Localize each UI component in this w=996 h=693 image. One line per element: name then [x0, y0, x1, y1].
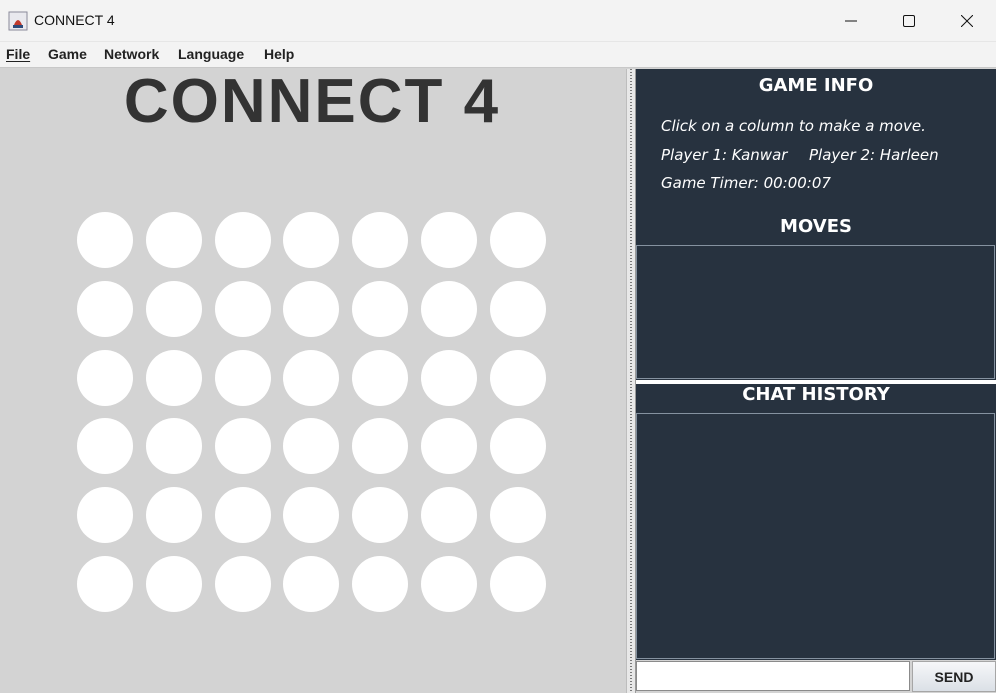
board-cell[interactable] [283, 280, 340, 337]
board-cell[interactable] [145, 280, 202, 337]
split-pane-divider[interactable] [626, 69, 636, 693]
board-cell[interactable] [352, 487, 409, 544]
board-cell[interactable] [283, 418, 340, 475]
player1-label: Player 1: Kanwar [661, 146, 788, 164]
menu-bar: File Game Network Language Help [0, 42, 996, 68]
board-cell[interactable] [145, 349, 202, 406]
board-cell[interactable] [421, 418, 478, 475]
side-panel: GAME INFO Click on a column to make a mo… [636, 69, 996, 693]
board-cell[interactable] [145, 212, 202, 268]
board-cell[interactable] [214, 418, 271, 475]
chat-history-heading: CHAT HISTORY [742, 384, 890, 405]
title-bar: CONNECT 4 [0, 0, 996, 42]
board-cell[interactable] [214, 487, 271, 544]
chat-history-area[interactable] [636, 413, 995, 659]
board-cell[interactable] [489, 349, 546, 406]
board-cell[interactable] [421, 280, 478, 337]
board-cell[interactable] [77, 487, 133, 544]
board-cell[interactable] [489, 487, 546, 544]
board-cell[interactable] [352, 280, 409, 337]
board-cell[interactable] [352, 556, 409, 613]
moves-list[interactable] [636, 245, 995, 379]
game-timer: Game Timer: 00:00:07 [661, 174, 831, 192]
board-cell[interactable] [77, 418, 133, 475]
board-cell[interactable] [214, 349, 271, 406]
minimize-icon[interactable] [828, 6, 874, 36]
board-cell[interactable] [145, 418, 202, 475]
board-cell[interactable] [214, 556, 271, 613]
player2-label: Player 2: Harleen [809, 146, 939, 164]
board-cell[interactable] [352, 418, 409, 475]
board-cell[interactable] [421, 487, 478, 544]
menu-network[interactable]: Network [104, 46, 159, 62]
board-cell[interactable] [489, 212, 546, 268]
board-cell[interactable] [283, 556, 340, 613]
divider-grip [630, 69, 632, 693]
board-cell[interactable] [77, 349, 133, 406]
game-board-panel: CONNECT 4 [0, 69, 626, 693]
board-cell[interactable] [214, 212, 271, 268]
board-cell[interactable] [77, 280, 133, 337]
game-info-heading: GAME INFO [758, 75, 874, 96]
board-cell[interactable] [283, 487, 340, 544]
menu-file[interactable]: File [6, 46, 30, 62]
board-cell[interactable] [352, 349, 409, 406]
menu-language[interactable]: Language [178, 46, 244, 62]
board-cell[interactable] [77, 212, 133, 268]
game-info-panel: GAME INFO Click on a column to make a mo… [636, 69, 996, 381]
game-board[interactable] [77, 212, 547, 614]
instruction-text: Click on a column to make a move. [661, 117, 926, 135]
game-title: CONNECT 4 [123, 67, 501, 136]
chat-input[interactable] [636, 661, 910, 691]
close-icon[interactable] [944, 6, 990, 36]
board-cell[interactable] [421, 556, 478, 613]
send-button[interactable]: SEND [912, 661, 996, 692]
board-cell[interactable] [421, 349, 478, 406]
board-cell[interactable] [283, 212, 340, 268]
board-cell[interactable] [283, 349, 340, 406]
board-cell[interactable] [77, 556, 133, 613]
board-cell[interactable] [352, 212, 409, 268]
board-cell[interactable] [145, 556, 202, 613]
board-cell[interactable] [145, 487, 202, 544]
board-cell[interactable] [489, 280, 546, 337]
maximize-icon[interactable] [886, 6, 932, 36]
moves-heading: MOVES [780, 216, 852, 237]
board-cell[interactable] [214, 280, 271, 337]
board-cell[interactable] [489, 418, 546, 475]
board-cell[interactable] [489, 556, 546, 613]
window-title: CONNECT 4 [34, 12, 115, 28]
board-cell[interactable] [421, 212, 478, 268]
menu-help[interactable]: Help [264, 46, 294, 62]
java-cup-icon [8, 11, 28, 31]
chat-panel: CHAT HISTORY [636, 384, 996, 660]
menu-game[interactable]: Game [48, 46, 87, 62]
